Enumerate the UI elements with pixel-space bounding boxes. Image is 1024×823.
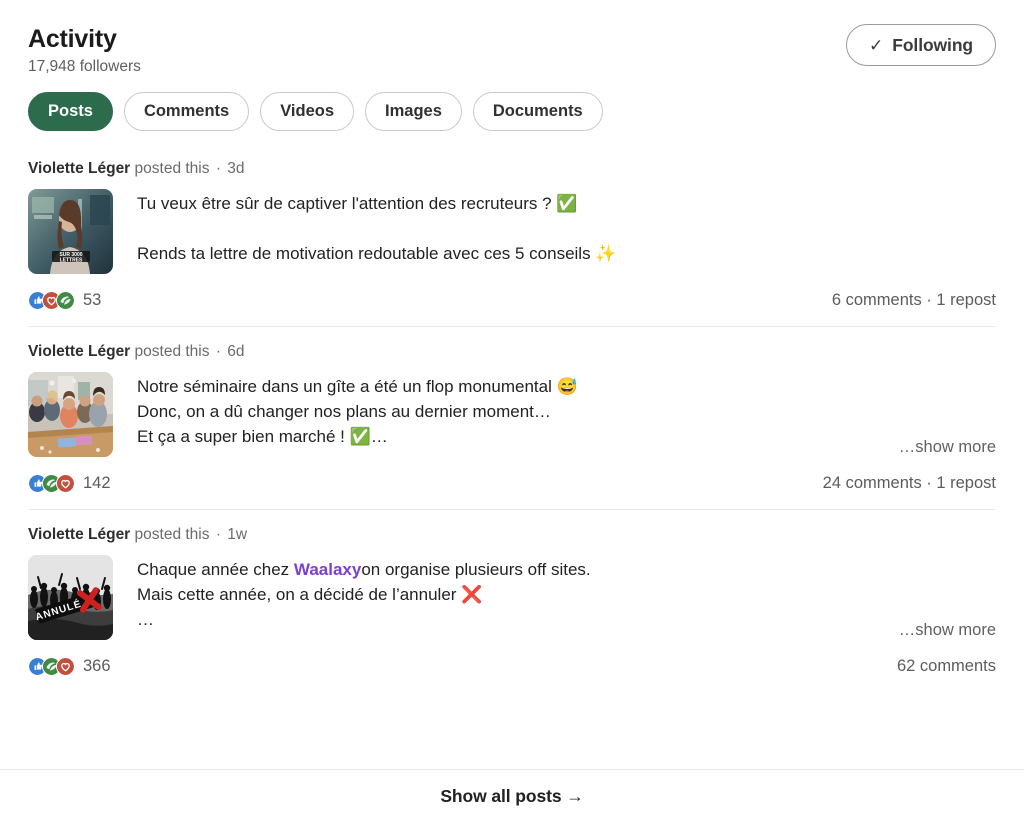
love-icon	[56, 473, 75, 493]
love-icon	[56, 656, 75, 676]
post-text-blank-line	[137, 216, 996, 241]
post-age: 3d	[227, 160, 245, 177]
reaction-count: 142	[83, 473, 111, 492]
post-thumbnail-video-lettres[interactable]: SUR 3000 LETTRES	[28, 189, 113, 274]
post-text: Tu veux être sûr de captiver l'attention…	[137, 189, 996, 274]
post-author[interactable]: Violette Léger	[28, 160, 130, 177]
post-text-line: Donc, on a dû changer nos plans au derni…	[137, 402, 551, 421]
activity-feed: Violette Léger posted this · 3d SUR 3000…	[28, 158, 996, 692]
post-item[interactable]: Violette Léger posted this · 1w ANNULÉ C…	[28, 509, 996, 692]
filter-pill-videos[interactable]: Videos	[260, 92, 355, 131]
svg-text:LETTRES: LETTRES	[60, 258, 83, 264]
reaction-count: 366	[83, 656, 111, 675]
post-text-line: Notre séminaire dans un gîte a été un fl…	[137, 377, 578, 396]
filter-pill-documents[interactable]: Documents	[472, 92, 603, 131]
post-engagement: 142 24 comments · 1 repost	[28, 471, 996, 495]
reaction-icon-stack	[28, 473, 75, 493]
activity-card: Activity 17,948 followers ✓ Following Po…	[0, 0, 1024, 823]
post-action: posted this	[134, 526, 210, 543]
post-item[interactable]: Violette Léger posted this · 6d Notre sé…	[28, 326, 996, 509]
reaction-icon-stack	[28, 290, 75, 310]
post-age: 1w	[227, 526, 248, 543]
post-text: Chaque année chez Waalaxyon organise plu…	[137, 555, 996, 640]
post-age: 6d	[227, 343, 245, 360]
post-text-line: Mais cette année, on a décidé de l’annul…	[137, 585, 483, 604]
following-button[interactable]: ✓ Following	[846, 24, 996, 66]
reaction-summary[interactable]: 366	[28, 656, 111, 676]
reaction-summary[interactable]: 142	[28, 473, 111, 493]
post-counts[interactable]: 24 comments · 1 repost	[823, 474, 996, 493]
show-more-link[interactable]: …show more	[890, 438, 996, 457]
post-meta-separator: ·	[215, 160, 221, 177]
reaction-summary[interactable]: 53	[28, 290, 102, 310]
post-text-line: Chaque année chez Waalaxyon organise plu…	[137, 557, 996, 582]
activity-header: Activity 17,948 followers ✓ Following	[28, 24, 996, 86]
post-item[interactable]: Violette Léger posted this · 3d SUR 3000…	[28, 158, 996, 326]
post-meta: Violette Léger posted this · 1w	[28, 524, 996, 546]
check-icon: ✓	[869, 35, 884, 55]
post-text: Notre séminaire dans un gîte a été un fl…	[137, 372, 996, 457]
post-text-prefix: Chaque année chez	[137, 560, 294, 579]
post-counts[interactable]: 62 comments	[897, 657, 996, 676]
post-text-line: Rends ta lettre de motivation redoutable…	[137, 244, 617, 263]
post-engagement: 366 62 comments	[28, 654, 996, 678]
filter-pill-images[interactable]: Images	[365, 92, 462, 131]
following-button-label: Following	[892, 34, 973, 55]
show-all-posts-button[interactable]: Show all posts →	[440, 786, 583, 807]
reaction-count: 53	[83, 290, 102, 309]
post-engagement: 53 6 comments · 1 repost	[28, 288, 996, 312]
filter-pill-comments[interactable]: Comments	[123, 92, 250, 131]
support-icon	[56, 290, 75, 310]
activity-footer: Show all posts →	[0, 769, 1024, 823]
post-meta-separator: ·	[215, 343, 221, 360]
post-text-line: Tu veux être sûr de captiver l'attention…	[137, 194, 578, 213]
post-thumbnail-seminar-table[interactable]	[28, 372, 113, 457]
show-more-link[interactable]: …show more	[890, 621, 996, 640]
post-text-line: …	[137, 610, 154, 629]
post-text-suffix: on organise plusieurs off sites.	[361, 560, 591, 579]
post-counts[interactable]: 6 comments · 1 repost	[832, 291, 996, 310]
post-action: posted this	[134, 343, 210, 360]
post-author[interactable]: Violette Léger	[28, 343, 130, 360]
post-text-line: Et ça a super bien marché ! ✅…	[137, 427, 388, 446]
post-thumbnail-annule-crowd[interactable]: ANNULÉ	[28, 555, 113, 640]
post-meta: Violette Léger posted this · 3d	[28, 158, 996, 180]
post-meta-separator: ·	[215, 526, 221, 543]
post-body: SUR 3000 LETTRES Tu veux être sûr de cap…	[28, 189, 996, 274]
post-meta: Violette Léger posted this · 6d	[28, 341, 996, 363]
filter-pill-posts[interactable]: Posts	[28, 92, 113, 131]
reaction-icon-stack	[28, 656, 75, 676]
post-body: ANNULÉ Chaque année chez Waalaxyon organ…	[28, 555, 996, 640]
filter-pill-group: Posts Comments Videos Images Documents	[28, 92, 603, 131]
post-action: posted this	[134, 160, 210, 177]
mention-link-waalaxy[interactable]: Waalaxy	[294, 560, 361, 579]
post-body: Notre séminaire dans un gîte a été un fl…	[28, 372, 996, 457]
post-author[interactable]: Violette Léger	[28, 526, 130, 543]
